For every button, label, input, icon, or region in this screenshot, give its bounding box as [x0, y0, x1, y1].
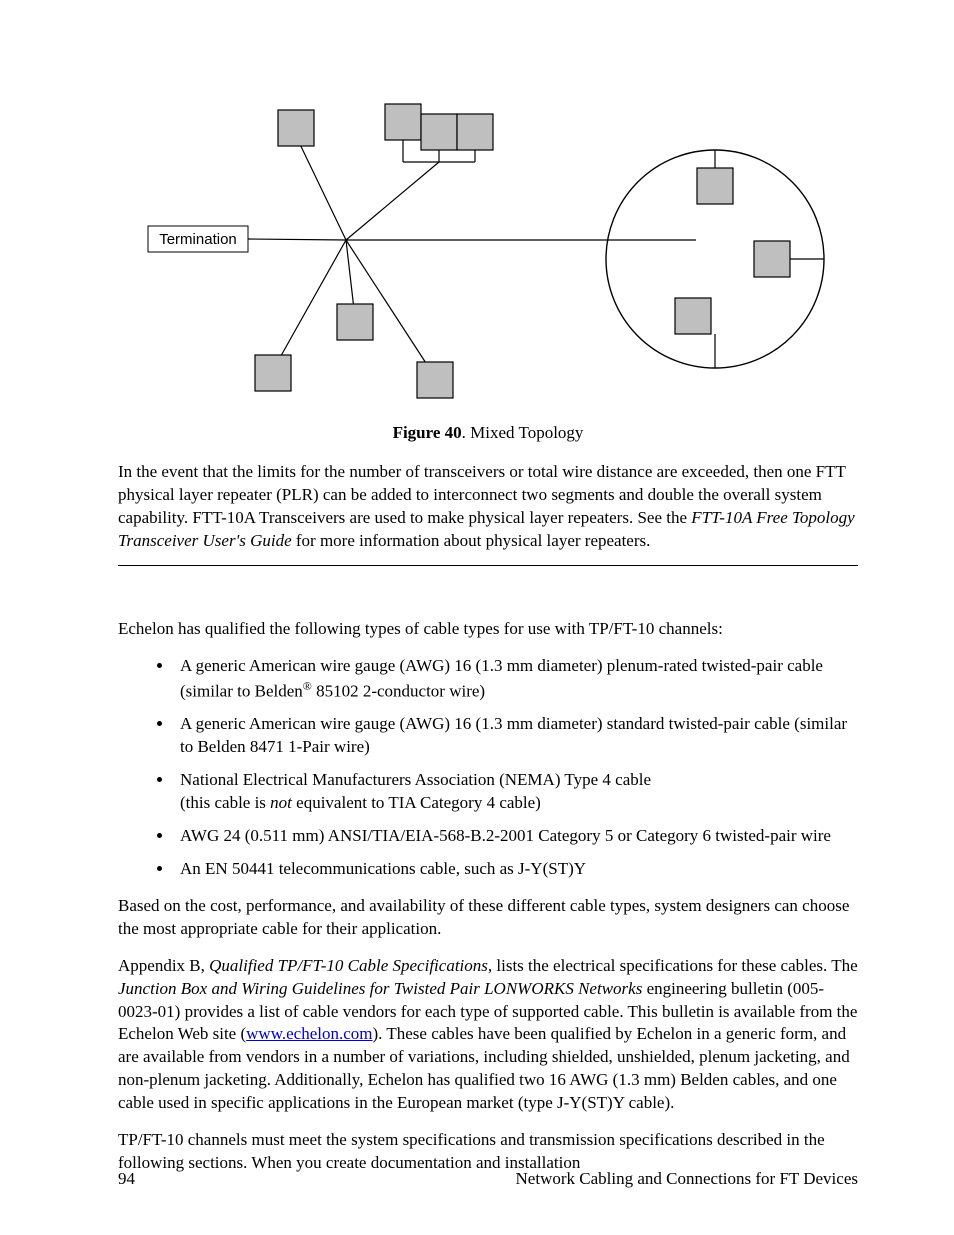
list-item: An EN 50441 telecommunications cable, su…: [174, 858, 858, 881]
list-item: AWG 24 (0.511 mm) ANSI/TIA/EIA-568-B.2-2…: [174, 825, 858, 848]
section-divider: [118, 565, 858, 566]
figure-label: Figure 40: [393, 423, 462, 442]
list-item: A generic American wire gauge (AWG) 16 (…: [174, 713, 858, 759]
echelon-link[interactable]: www.echelon.com: [246, 1024, 372, 1043]
page-footer: 94 Network Cabling and Connections for F…: [118, 1168, 858, 1191]
document-page: Termination: [0, 0, 954, 1235]
page-number: 94: [118, 1168, 135, 1191]
cable-type-list: A generic American wire gauge (AWG) 16 (…: [118, 655, 858, 881]
figure-caption: Figure 40. Mixed Topology: [118, 422, 858, 445]
termination-label: Termination: [159, 231, 237, 248]
list-item: A generic American wire gauge (AWG) 16 (…: [174, 655, 858, 704]
paragraph-based-on: Based on the cost, performance, and avai…: [118, 895, 858, 941]
paragraph-after-figure: In the event that the limits for the num…: [118, 461, 858, 553]
figure-caption-text: . Mixed Topology: [462, 423, 584, 442]
footer-title: Network Cabling and Connections for FT D…: [516, 1168, 858, 1191]
topology-diagram: Termination: [118, 92, 858, 412]
intro-sentence: Echelon has qualified the following type…: [118, 618, 858, 641]
paragraph-appendix: Appendix B, Qualified TP/FT-10 Cable Spe…: [118, 955, 858, 1116]
list-item: National Electrical Manufacturers Associ…: [174, 769, 858, 815]
